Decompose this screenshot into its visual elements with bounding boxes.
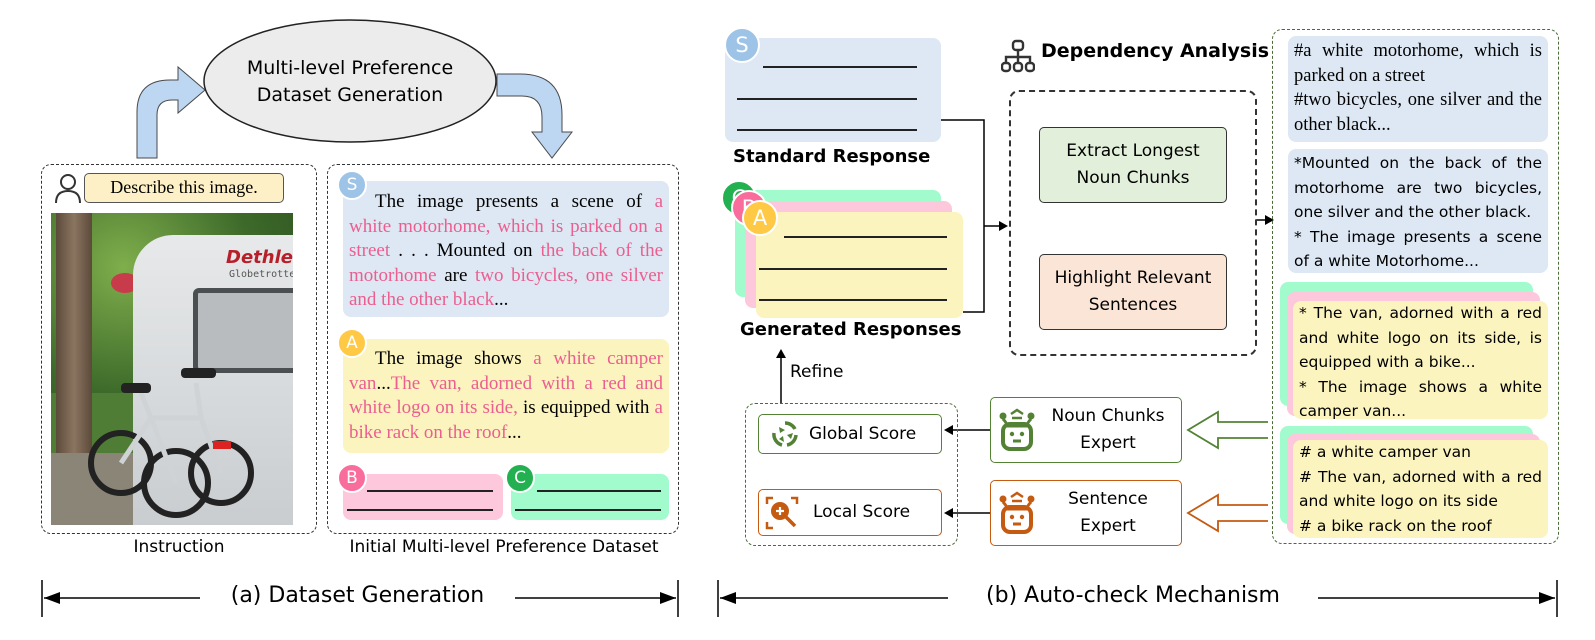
section-b-title: (b) Auto-check Mechanism [986,583,1280,608]
sentence-item: * The image shows a white camper van... [1299,377,1542,421]
robot-expert-icon [999,491,1035,534]
hierarchy-icon [1001,39,1035,73]
noun-chunk-item: # a bike rack on the roof [1299,516,1492,535]
extract-line2: Noun Chunks [1076,168,1190,188]
standard-noun-chunks-card: #a white motorhome, which is parked on a… [1288,36,1548,142]
standard-sentences-card: *Mounted on the back of the motorhome ar… [1288,149,1548,273]
noun-expert-line1: Noun Chunks [1051,406,1165,426]
generated-noun-chunks: # a white camper van # The van, adorned … [1299,440,1542,538]
zoom-in-magnifier-icon [765,496,799,529]
noun-chunk-item: # The van, adorned with a red and white … [1299,467,1542,511]
highlight-line1: Highlight Relevant [1054,268,1212,288]
generated-noun-chunks-card-A: # a white camper van # The van, adorned … [1293,440,1548,538]
noun-expert-line2: Expert [1080,433,1136,453]
local-score-box: Local Score [758,489,942,536]
refine-label: Refine [790,362,844,382]
sentence-expert-box: Sentence Expert [990,480,1182,546]
noun-hollow-arrow [1186,410,1268,450]
global-score-label: Global Score [809,423,917,444]
sentence-expert-line2: Expert [1080,516,1136,536]
sentence-item: *Mounted on the back of the motorhome ar… [1294,154,1542,221]
robot-expert-icon [999,408,1035,451]
sentence-expert-line1: Sentence [1068,489,1148,509]
sentence-hollow-arrow [1186,493,1268,533]
extract-noun-chunks-box: Extract Longest Noun Chunks [1039,127,1227,203]
noun-chunk-item: # a white camper van [1299,443,1471,461]
dependency-analysis-title: Dependency Analysis [1041,40,1270,62]
sentence-item: * The image presents a scene of a white … [1294,227,1542,271]
extract-line1: Extract Longest [1066,141,1200,161]
generated-sentences: * The van, adorned with a red and white … [1299,301,1542,424]
global-score-box: Global Score [758,414,942,454]
generated-sentences-card-A: * The van, adorned with a red and white … [1293,301,1548,420]
highlight-sentences-box: Highlight Relevant Sentences [1039,254,1227,330]
sentence-item: * The van, adorned with a red and white … [1299,304,1542,371]
noun-chunk-item: #a white motorhome, which is parked on a… [1294,41,1542,86]
standard-sentences: *Mounted on the back of the motorhome ar… [1294,151,1542,274]
recycle-icon [772,421,798,447]
local-score-label: Local Score [813,502,911,522]
noun-chunks-expert-box: Noun Chunks Expert [990,397,1182,463]
noun-chunk-item: #two bicycles, one silver and the other … [1294,90,1542,135]
standard-noun-chunks: #a white motorhome, which is parked on a… [1294,39,1542,137]
highlight-line2: Sentences [1088,295,1178,315]
